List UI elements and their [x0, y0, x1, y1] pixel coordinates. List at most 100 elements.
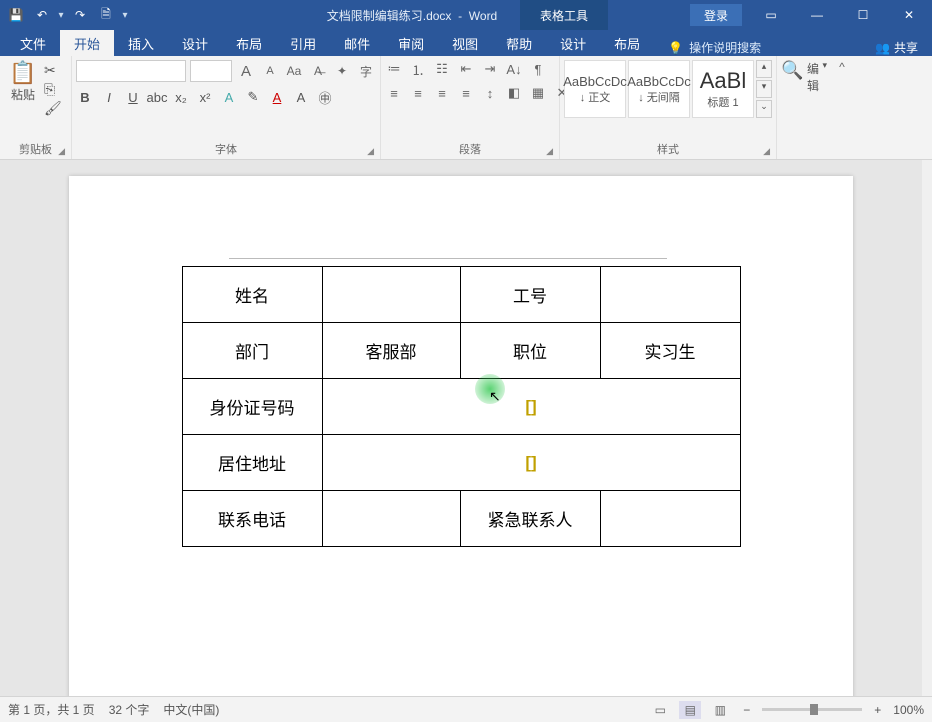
qat-dropdown-icon[interactable]: ▾ — [56, 10, 66, 21]
vertical-scrollbar[interactable] — [922, 160, 932, 696]
cell-name-value[interactable] — [322, 267, 460, 323]
shrink-font-icon[interactable]: A — [260, 61, 280, 81]
justify-icon[interactable]: ≡ — [457, 84, 475, 102]
borders-icon[interactable]: ▦ — [529, 84, 547, 102]
format-painter-icon[interactable]: 🖌 — [44, 100, 62, 117]
char-border-icon[interactable]: ㊥ — [316, 88, 334, 106]
enclose-icon[interactable]: 字 — [356, 61, 376, 81]
subscript-button[interactable]: x₂ — [172, 88, 190, 106]
read-mode-icon[interactable]: ▭ — [649, 701, 671, 719]
share-button[interactable]: 👥 共享 — [861, 39, 932, 56]
cell-phone-value[interactable] — [322, 491, 460, 547]
strikethrough-button[interactable]: abc — [148, 88, 166, 106]
cell-idcard-label[interactable]: 身份证号码 — [182, 379, 322, 435]
cell-emergency-label[interactable]: 紧急联系人 — [460, 491, 600, 547]
superscript-button[interactable]: x² — [196, 88, 214, 106]
tell-me-search[interactable]: 💡 操作说明搜索 — [668, 39, 761, 56]
align-right-icon[interactable]: ≡ — [433, 84, 451, 102]
char-shading-icon[interactable]: A — [292, 88, 310, 106]
paragraph-launcher-icon[interactable]: ◢ — [546, 146, 553, 157]
cell-id-value[interactable] — [600, 267, 740, 323]
cell-name-label[interactable]: 姓名 — [182, 267, 322, 323]
styles-launcher-icon[interactable]: ◢ — [763, 146, 770, 157]
align-left-icon[interactable]: ≡ — [385, 84, 403, 102]
print-layout-icon[interactable]: ▤ — [679, 701, 701, 719]
document-area[interactable]: 姓名 工号 部门 客服部 职位 实习生 身份证号码 [] — [0, 160, 922, 696]
close-icon[interactable]: ✕ — [886, 0, 932, 30]
font-name-input[interactable] — [76, 60, 186, 82]
font-launcher-icon[interactable]: ◢ — [367, 146, 374, 157]
qat-customize-icon[interactable]: ▾ — [120, 10, 130, 21]
page-number[interactable]: 第 1 页，共 1 页 — [8, 701, 95, 718]
cell-emergency-value[interactable] — [600, 491, 740, 547]
zoom-level[interactable]: 100% — [893, 703, 924, 717]
line-spacing-icon[interactable]: ↕ — [481, 84, 499, 102]
style-nospacing[interactable]: AaBbCcDc↓ 无间隔 — [628, 60, 690, 118]
cell-phone-label[interactable]: 联系电话 — [182, 491, 322, 547]
align-center-icon[interactable]: ≡ — [409, 84, 427, 102]
zoom-out-button[interactable]: − — [739, 703, 754, 717]
tab-review[interactable]: 审阅 — [384, 30, 438, 56]
minimize-icon[interactable]: — — [794, 0, 840, 30]
paste-button[interactable]: 📋 粘贴 — [4, 60, 42, 103]
word-count[interactable]: 32 个字 — [109, 701, 150, 718]
font-color-icon[interactable]: A — [268, 88, 286, 106]
tab-file[interactable]: 文件 — [6, 30, 60, 56]
cell-position-label[interactable]: 职位 — [460, 323, 600, 379]
print-preview-icon[interactable]: 🗎 — [94, 3, 118, 27]
tab-help[interactable]: 帮助 — [492, 30, 546, 56]
zoom-thumb[interactable] — [810, 704, 818, 715]
indent-increase-icon[interactable]: ⇥ — [481, 60, 499, 78]
bullets-icon[interactable]: ≔ — [385, 60, 403, 78]
tab-view[interactable]: 视图 — [438, 30, 492, 56]
cut-icon[interactable]: ✂ — [44, 62, 62, 79]
shading-icon[interactable]: ◧ — [505, 84, 523, 102]
indent-decrease-icon[interactable]: ⇤ — [457, 60, 475, 78]
bold-button[interactable]: B — [76, 88, 94, 106]
text-effects-icon[interactable]: A — [220, 88, 238, 106]
zoom-slider[interactable] — [762, 708, 862, 711]
style-heading1[interactable]: AaBl标题 1 — [692, 60, 754, 118]
tab-insert[interactable]: 插入 — [114, 30, 168, 56]
tab-home[interactable]: 开始 — [60, 30, 114, 56]
italic-button[interactable]: I — [100, 88, 118, 106]
copy-icon[interactable]: ⎘ — [44, 81, 62, 98]
font-size-input[interactable] — [190, 60, 232, 82]
styles-down-icon[interactable]: ▾ — [756, 80, 772, 98]
undo-icon[interactable]: ↶ — [30, 3, 54, 27]
phonetic-icon[interactable]: ✦ — [332, 61, 352, 81]
zoom-in-button[interactable]: + — [870, 703, 885, 717]
tab-references[interactable]: 引用 — [276, 30, 330, 56]
web-layout-icon[interactable]: ▥ — [709, 701, 731, 719]
tab-table-design[interactable]: 设计 — [546, 30, 600, 56]
cell-address-label[interactable]: 居住地址 — [182, 435, 322, 491]
tab-mailings[interactable]: 邮件 — [330, 30, 384, 56]
cell-dept-label[interactable]: 部门 — [182, 323, 322, 379]
cell-position-value[interactable]: 实习生 — [600, 323, 740, 379]
ribbon-options-icon[interactable]: ▭ — [748, 0, 794, 30]
underline-button[interactable]: U — [124, 88, 142, 106]
collapse-ribbon-icon[interactable]: ^ — [831, 56, 853, 159]
cell-address-value[interactable]: [] — [322, 435, 740, 491]
grow-font-icon[interactable]: A — [236, 61, 256, 81]
cell-id-label[interactable]: 工号 — [460, 267, 600, 323]
redo-icon[interactable]: ↷ — [68, 3, 92, 27]
sort-icon[interactable]: A↓ — [505, 60, 523, 78]
clear-format-icon[interactable]: A̶ — [308, 61, 328, 81]
cell-idcard-value[interactable]: [] — [322, 379, 740, 435]
show-marks-icon[interactable]: ¶ — [529, 60, 547, 78]
save-icon[interactable]: 💾 — [4, 3, 28, 27]
clipboard-launcher-icon[interactable]: ◢ — [58, 146, 65, 157]
styles-more-icon[interactable]: ⌄ — [756, 100, 772, 118]
login-button[interactable]: 登录 — [690, 4, 742, 26]
editing-button[interactable]: 🔍 编辑 ▾ — [781, 60, 827, 155]
styles-up-icon[interactable]: ▴ — [756, 60, 772, 78]
tab-layout[interactable]: 布局 — [222, 30, 276, 56]
change-case-icon[interactable]: Aa — [284, 61, 304, 81]
form-table[interactable]: 姓名 工号 部门 客服部 职位 实习生 身份证号码 [] — [182, 266, 741, 547]
highlight-icon[interactable]: ✎ — [244, 88, 262, 106]
multilevel-icon[interactable]: ☷ — [433, 60, 451, 78]
cell-dept-value[interactable]: 客服部 — [322, 323, 460, 379]
tab-table-layout[interactable]: 布局 — [600, 30, 654, 56]
numbering-icon[interactable]: ⒈ — [409, 60, 427, 78]
